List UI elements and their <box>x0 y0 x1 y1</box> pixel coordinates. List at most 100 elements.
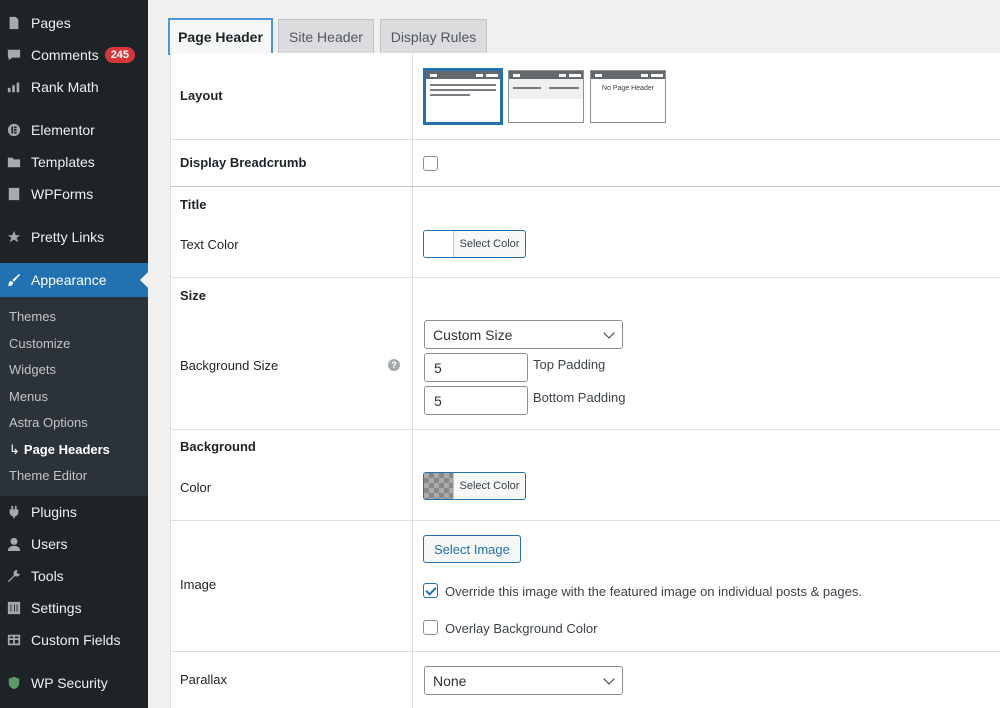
user-icon <box>7 536 21 552</box>
shield-icon <box>7 675 21 691</box>
tab-display-rules[interactable]: Display Rules <box>380 19 487 54</box>
star-icon <box>7 229 21 245</box>
sidebar-item-templates[interactable]: Templates <box>0 147 148 177</box>
thumb-line <box>549 87 579 89</box>
sidebar-item-label: Settings <box>31 600 82 616</box>
background-size-label: Background Size <box>180 358 279 373</box>
column-divider <box>412 53 413 708</box>
chevron-down-icon <box>603 673 615 685</box>
select-value: Custom Size <box>433 326 513 343</box>
top-padding-input[interactable]: 5 <box>424 353 528 382</box>
display-breadcrumb-label: Display Breadcrumb <box>180 155 307 170</box>
folder-icon <box>7 154 21 170</box>
sidebar-item-label: Custom Fields <box>31 632 121 648</box>
sidebar-item-label: Tools <box>31 568 64 584</box>
sidebar-item-label: Elementor <box>31 122 95 138</box>
tab-page-header[interactable]: Page Header <box>169 19 272 54</box>
sidebar-item-pages[interactable]: Pages <box>0 8 148 38</box>
background-color-label: Color <box>180 480 212 495</box>
row-divider <box>171 520 1000 521</box>
sidebar-item-pretty-links[interactable]: Pretty Links <box>0 222 148 252</box>
submenu-item-theme-editor[interactable]: Theme Editor <box>9 468 87 483</box>
bottom-padding-label: Bottom Padding <box>533 390 626 405</box>
sidebar-item-label: Appearance <box>31 272 107 288</box>
elementor-icon <box>7 122 21 138</box>
sidebar-item-settings[interactable]: Settings <box>0 593 148 623</box>
select-color-label: Select Color <box>459 480 520 492</box>
submenu-item-menus[interactable]: Menus <box>9 389 48 404</box>
submenu-item-label: Page Headers <box>23 442 110 457</box>
sidebar-item-label: WP Security <box>31 675 108 691</box>
layout-option-banner[interactable] <box>508 70 584 123</box>
background-heading: Background <box>180 439 256 454</box>
wpforms-icon <box>7 186 21 202</box>
text-color-picker-button[interactable]: Select Color <box>423 230 526 258</box>
submenu-item-themes[interactable]: Themes <box>9 309 56 324</box>
no-page-header-text: No Page Header <box>601 85 655 92</box>
bottom-padding-input[interactable]: 5 <box>424 386 528 415</box>
transparent-swatch <box>424 473 454 499</box>
comments-count-badge: 245 <box>104 47 136 63</box>
override-image-checkbox[interactable] <box>423 583 438 598</box>
sidebar-item-label: Comments <box>31 47 99 63</box>
row-divider <box>171 429 1000 430</box>
sidebar-item-elementor[interactable]: Elementor <box>0 115 148 145</box>
sidebar-item-custom-fields[interactable]: Custom Fields <box>0 625 148 655</box>
sidebar-item-label: Pretty Links <box>31 229 105 245</box>
thumb-header-bar <box>591 71 665 79</box>
appearance-submenu: Themes Customize Widgets Menus Astra Opt… <box>0 297 148 496</box>
brush-icon <box>7 272 21 288</box>
display-breadcrumb-checkbox[interactable] <box>423 156 438 171</box>
parallax-select[interactable]: None <box>424 666 623 695</box>
sidebar-item-label: Users <box>31 536 68 552</box>
sidebar-item-rank-math[interactable]: Rank Math <box>0 72 148 102</box>
row-divider <box>171 651 1000 652</box>
pages-icon <box>7 15 21 31</box>
submenu-item-page-headers[interactable]: ↳ Page Headers <box>9 442 110 458</box>
sidebar-item-label: WPForms <box>31 186 94 202</box>
sidebar-item-wp-security[interactable]: WP Security <box>0 668 148 698</box>
row-divider <box>171 139 1000 140</box>
sidebar-item-label: Plugins <box>31 504 77 520</box>
submenu-item-widgets[interactable]: Widgets <box>9 362 56 377</box>
row-divider <box>171 277 1000 278</box>
sidebar-item-wpforms[interactable]: WPForms <box>0 179 148 209</box>
help-icon[interactable]: ? <box>388 359 400 371</box>
background-size-select[interactable]: Custom Size <box>424 320 623 349</box>
title-heading: Title <box>180 197 207 212</box>
select-value: None <box>433 672 467 689</box>
settings-panel <box>170 53 1000 708</box>
wrench-icon <box>7 568 21 584</box>
sidebar-item-users[interactable]: Users <box>0 529 148 559</box>
layout-option-full[interactable] <box>425 70 501 123</box>
submenu-item-astra-options[interactable]: Astra Options <box>9 415 88 430</box>
sidebar-item-appearance[interactable]: Appearance <box>0 263 148 297</box>
thumb-header-bar <box>426 71 500 79</box>
grid-icon <box>7 632 21 648</box>
size-heading: Size <box>180 288 207 303</box>
thumb-line <box>430 84 496 86</box>
submenu-arrow-icon: ↳ <box>9 442 20 457</box>
sidebar-item-tools[interactable]: Tools <box>0 561 148 591</box>
row-divider <box>171 186 1000 187</box>
select-image-button[interactable]: Select Image <box>423 535 521 563</box>
tab-site-header[interactable]: Site Header <box>278 19 374 54</box>
top-padding-label: Top Padding <box>533 357 606 372</box>
overlay-color-checkbox[interactable] <box>423 620 438 635</box>
color-swatch <box>424 231 454 257</box>
sidebar-item-label: Pages <box>31 15 71 31</box>
layout-label: Layout <box>180 88 223 103</box>
thumb-line <box>430 89 496 91</box>
thumb-line <box>430 94 470 96</box>
sidebar-item-label: Rank Math <box>31 79 99 95</box>
image-label: Image <box>180 577 217 592</box>
submenu-item-customize[interactable]: Customize <box>9 336 70 351</box>
background-color-picker-button[interactable]: Select Color <box>423 472 526 500</box>
sidebar-item-plugins[interactable]: Plugins <box>0 497 148 527</box>
thumb-header-bar <box>509 71 583 79</box>
sidebar-item-comments[interactable]: Comments 245 <box>0 40 148 70</box>
layout-option-none[interactable]: No Page Header <box>590 70 666 123</box>
plugin-icon <box>7 504 21 520</box>
admin-sidebar: Pages Comments 245 Rank Math Elementor T… <box>0 0 148 708</box>
sidebar-item-label: Templates <box>31 154 95 170</box>
